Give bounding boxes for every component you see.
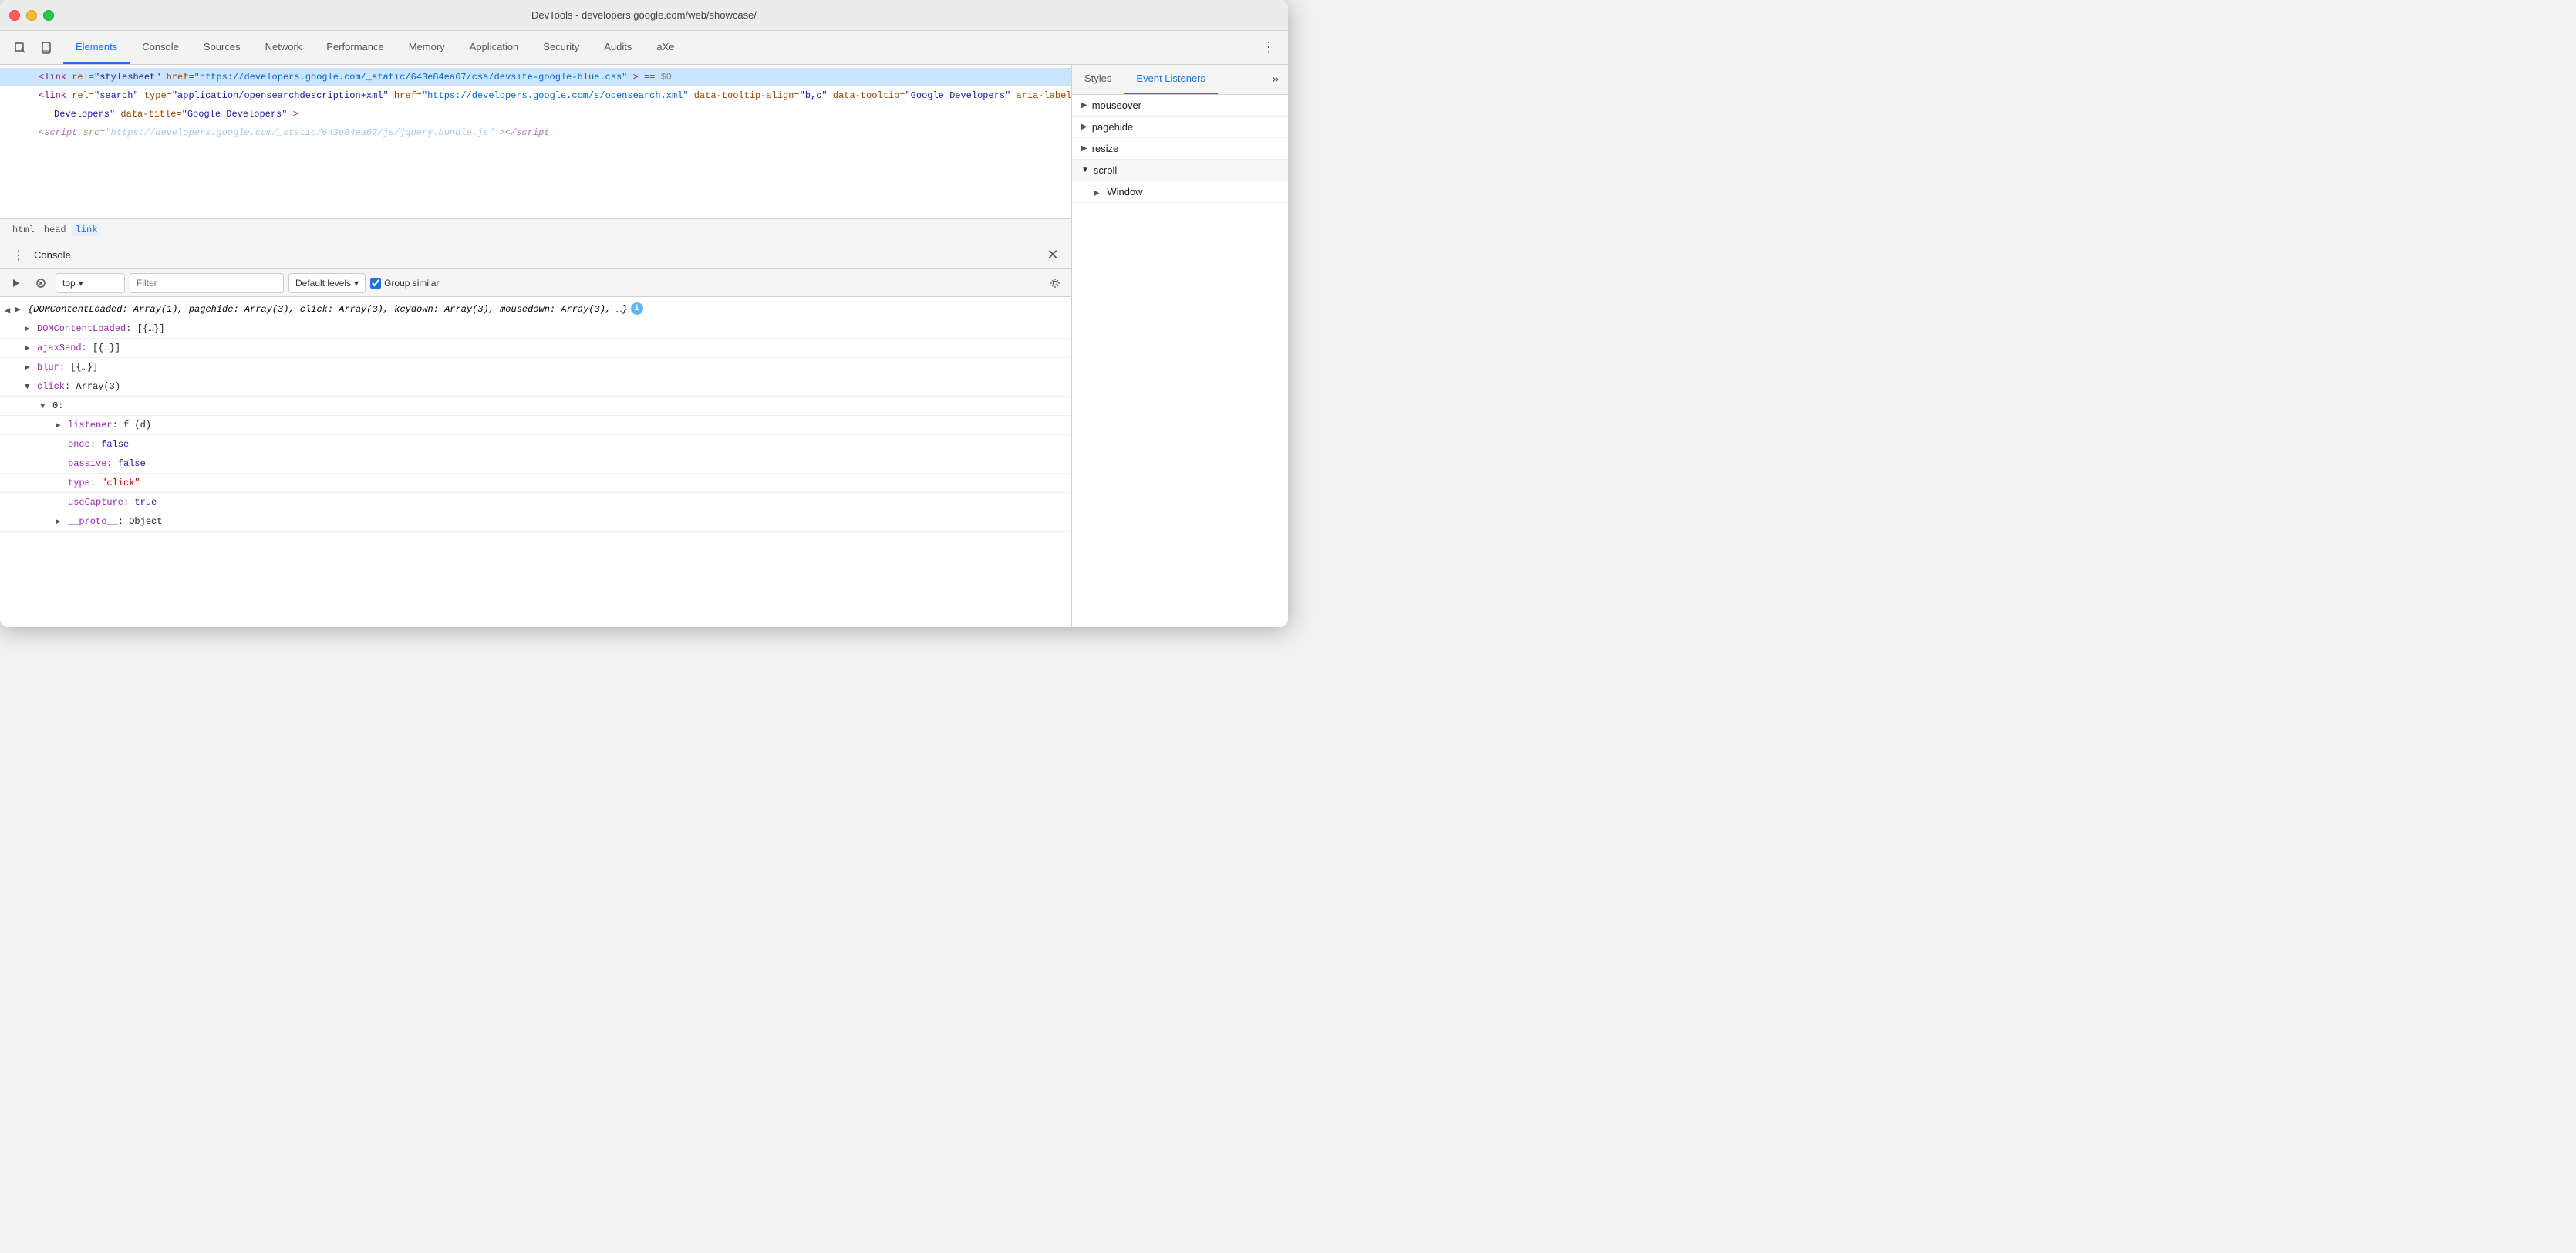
right-panel-tabs: Styles Event Listeners » (1072, 65, 1288, 95)
main-content: <link rel="stylesheet" href="https://dev… (0, 65, 1288, 626)
event-item-scroll[interactable]: ▼ scroll (1072, 160, 1288, 181)
breadcrumb-bar: html head link (0, 219, 1071, 241)
breadcrumb-html[interactable]: html (9, 224, 38, 236)
console-row-domcontentloaded[interactable]: ▶ DOMContentLoaded: [{…}] (0, 319, 1071, 339)
console-more-button[interactable]: ⋮ (9, 246, 28, 265)
tab-controls (3, 31, 63, 64)
expand-arrow-blur[interactable]: ▶ (25, 362, 30, 375)
close-button[interactable] (9, 10, 20, 21)
stop-button[interactable] (31, 273, 51, 293)
event-child-window[interactable]: ▶ Window (1072, 181, 1288, 203)
expand-arrow-main[interactable]: ▶ (15, 304, 21, 317)
tab-more-button[interactable]: ⋮ (1253, 31, 1285, 64)
elements-line-script[interactable]: <script src="https://developers.google.c… (0, 123, 1071, 142)
console-row-type: type: "click" (0, 474, 1071, 493)
expand-arrow-listener[interactable]: ▶ (56, 420, 61, 433)
breadcrumb-link[interactable]: link (72, 224, 101, 236)
console-header: ⋮ Console ✕ (0, 241, 1071, 269)
tab-console[interactable]: Console (130, 31, 191, 64)
group-similar-checkbox[interactable] (370, 278, 381, 289)
filter-input[interactable] (130, 273, 284, 293)
right-panel-content: ▶ mouseover ▶ pagehide ▶ resize ▼ scroll (1072, 95, 1288, 626)
tab-performance[interactable]: Performance (314, 31, 396, 64)
tab-bar: Elements Console Sources Network Perform… (0, 31, 1288, 65)
right-panel: Styles Event Listeners » ▶ mouseover ▶ p… (1072, 65, 1288, 626)
console-row-ajaxsend[interactable]: ▶ ajaxSend: [{…}] (0, 339, 1071, 358)
tab-sources[interactable]: Sources (191, 31, 253, 64)
expand-arrow-0[interactable]: ▼ (40, 400, 46, 414)
traffic-lights (9, 10, 54, 21)
context-dropdown[interactable]: top ▾ (56, 273, 125, 293)
console-toolbar: top ▾ Default levels ▾ Group similar (0, 269, 1071, 297)
event-arrow-scroll: ▼ (1081, 166, 1089, 174)
console-row-usecapture: useCapture: true (0, 493, 1071, 512)
event-item-mouseover[interactable]: ▶ mouseover (1072, 95, 1288, 117)
elements-line-link-search[interactable]: <link rel="search" type="application/ope… (0, 86, 1071, 105)
console-row-blur[interactable]: ▶ blur: [{…}] (0, 358, 1071, 377)
console-row-listener[interactable]: ▶ listener: f (d) (0, 416, 1071, 435)
tab-security[interactable]: Security (531, 31, 592, 64)
levels-dropdown[interactable]: Default levels ▾ (288, 273, 366, 293)
maximize-button[interactable] (43, 10, 54, 21)
elements-line-link-search-cont: Developers" data-title="Google Developer… (0, 105, 1071, 123)
run-button[interactable] (6, 273, 26, 293)
devtools-window: DevTools - developers.google.com/web/sho… (0, 0, 1288, 626)
elements-area: <link rel="stylesheet" href="https://dev… (0, 65, 1071, 219)
expand-arrow-domcontentloaded[interactable]: ▶ (25, 323, 30, 336)
expand-arrow-proto[interactable]: ▶ (56, 516, 61, 529)
tab-axe[interactable]: aXe (644, 31, 686, 64)
minimize-button[interactable] (26, 10, 37, 21)
info-icon[interactable]: i (631, 302, 643, 315)
breadcrumb-head[interactable]: head (41, 224, 69, 236)
console-row-proto[interactable]: ▶ __proto__: Object (0, 512, 1071, 532)
console-output: ◀ ▶ {DOMContentLoaded: Array(1), pagehid… (0, 297, 1071, 626)
console-row-once: once: false (0, 435, 1071, 454)
tab-memory[interactable]: Memory (396, 31, 457, 64)
expand-arrow-click[interactable]: ▼ (25, 381, 30, 394)
event-item-resize[interactable]: ▶ resize (1072, 138, 1288, 160)
right-tab-styles[interactable]: Styles (1072, 65, 1124, 94)
event-arrow-resize: ▶ (1081, 144, 1087, 153)
event-arrow-pagehide: ▶ (1081, 123, 1087, 131)
title-bar: DevTools - developers.google.com/web/sho… (0, 0, 1288, 31)
console-row-passive: passive: false (0, 454, 1071, 474)
event-item-pagehide[interactable]: ▶ pagehide (1072, 117, 1288, 138)
device-toggle-button[interactable] (35, 37, 57, 59)
console-row-0[interactable]: ▼ 0: (0, 397, 1071, 416)
window-title: DevTools - developers.google.com/web/sho… (531, 9, 757, 21)
expand-arrow-ajaxsend[interactable]: ▶ (25, 343, 30, 356)
console-title: Console (34, 249, 1044, 261)
tab-audits[interactable]: Audits (592, 31, 644, 64)
right-tab-event-listeners[interactable]: Event Listeners (1124, 65, 1218, 94)
inspect-element-button[interactable] (9, 37, 31, 59)
tab-elements[interactable]: Elements (63, 31, 130, 64)
back-arrow[interactable]: ◀ (5, 304, 10, 318)
right-tab-more-button[interactable]: » (1263, 65, 1288, 94)
gear-button[interactable] (1045, 273, 1065, 293)
tab-network[interactable]: Network (253, 31, 315, 64)
tab-application[interactable]: Application (457, 31, 531, 64)
console-row-click[interactable]: ▼ click: Array(3) (0, 377, 1071, 397)
console-close-button[interactable]: ✕ (1044, 246, 1062, 265)
left-panel: <link rel="stylesheet" href="https://dev… (0, 65, 1072, 626)
group-similar-label[interactable]: Group similar (370, 278, 439, 289)
event-arrow-window: ▶ (1094, 189, 1100, 198)
console-panel: ⋮ Console ✕ top ▾ (0, 241, 1071, 626)
console-row-main-object[interactable]: ◀ ▶ {DOMContentLoaded: Array(1), pagehid… (0, 300, 1071, 319)
elements-line-link-selected[interactable]: <link rel="stylesheet" href="https://dev… (0, 68, 1071, 86)
event-arrow-mouseover: ▶ (1081, 101, 1087, 110)
